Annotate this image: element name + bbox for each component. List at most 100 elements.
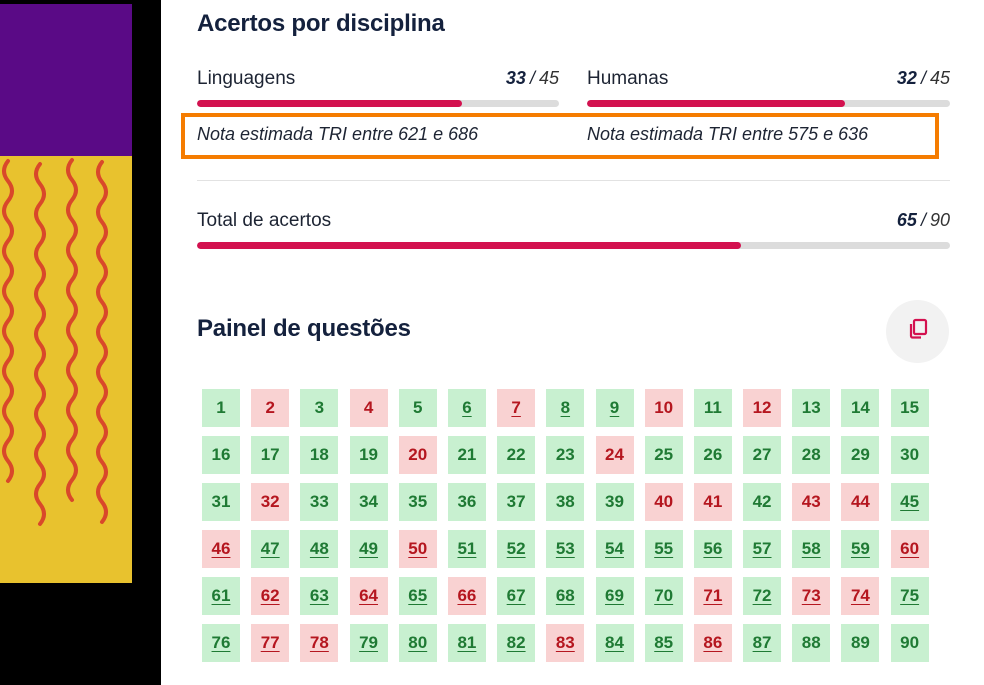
question-cell[interactable]: 20 [398,436,437,474]
copy-icon [906,317,930,346]
question-cell[interactable]: 15 [890,389,929,427]
question-cell[interactable]: 85 [644,624,683,662]
question-cell[interactable]: 42 [743,483,782,521]
question-cell[interactable]: 22 [497,436,536,474]
question-cell[interactable]: 9 [595,389,634,427]
question-cell[interactable]: 55 [644,530,683,568]
question-cell[interactable]: 6 [447,389,486,427]
question-cell[interactable]: 77 [251,624,290,662]
question-cell[interactable]: 21 [447,436,486,474]
question-cell[interactable]: 60 [890,530,929,568]
question-cell[interactable]: 14 [841,389,880,427]
question-cell[interactable]: 53 [546,530,585,568]
question-cell[interactable]: 34 [349,483,388,521]
question-cell[interactable]: 4 [349,389,388,427]
question-cell[interactable]: 71 [693,577,732,615]
question-cell[interactable]: 61 [202,577,240,615]
question-cell[interactable]: 56 [693,530,732,568]
nota-humanas: Nota estimada TRI entre 575 e 636 [587,124,869,144]
question-cell[interactable]: 25 [644,436,683,474]
question-cell[interactable]: 47 [251,530,290,568]
question-cell[interactable]: 82 [497,624,536,662]
question-cell[interactable]: 10 [644,389,683,427]
question-cell[interactable]: 78 [300,624,339,662]
question-cell[interactable]: 19 [349,436,388,474]
question-cell[interactable]: 38 [546,483,585,521]
question-cell[interactable]: 46 [202,530,240,568]
divider [197,180,950,181]
question-cell[interactable]: 65 [398,577,437,615]
question-cell[interactable]: 33 [300,483,339,521]
question-cell[interactable]: 89 [841,624,880,662]
question-cell[interactable]: 54 [595,530,634,568]
question-cell[interactable]: 12 [743,389,782,427]
question-cell[interactable]: 62 [251,577,290,615]
question-cell[interactable]: 28 [792,436,831,474]
question-cell[interactable]: 11 [693,389,732,427]
question-cell[interactable]: 31 [202,483,240,521]
question-cell[interactable]: 26 [693,436,732,474]
question-cell[interactable]: 36 [447,483,486,521]
question-cell[interactable]: 74 [841,577,880,615]
question-cell[interactable]: 58 [792,530,831,568]
question-cell[interactable]: 23 [546,436,585,474]
question-cell[interactable]: 64 [349,577,388,615]
progress-fill [197,100,463,107]
question-cell[interactable]: 87 [743,624,782,662]
question-cell[interactable]: 27 [743,436,782,474]
question-cell[interactable]: 81 [447,624,486,662]
question-cell[interactable]: 8 [546,389,585,427]
question-cell[interactable]: 57 [743,530,782,568]
question-cell[interactable]: 73 [792,577,831,615]
question-cell[interactable]: 80 [398,624,437,662]
question-cell[interactable]: 2 [251,389,290,427]
question-cell[interactable]: 52 [497,530,536,568]
decorative-side-art [0,0,132,685]
question-cell[interactable]: 30 [890,436,929,474]
question-cell[interactable]: 88 [792,624,831,662]
question-cell[interactable]: 84 [595,624,634,662]
question-cell[interactable]: 32 [251,483,290,521]
question-cell[interactable]: 16 [202,436,240,474]
question-cell[interactable]: 69 [595,577,634,615]
question-cell[interactable]: 43 [792,483,831,521]
question-cell[interactable]: 39 [595,483,634,521]
question-cell[interactable]: 66 [447,577,486,615]
question-cell[interactable]: 13 [792,389,831,427]
question-cell[interactable]: 50 [398,530,437,568]
question-cell[interactable]: 18 [300,436,339,474]
question-cell[interactable]: 51 [447,530,486,568]
copy-button[interactable] [886,300,949,363]
question-cell[interactable]: 90 [890,624,929,662]
question-cell[interactable]: 48 [300,530,339,568]
question-cell[interactable]: 72 [743,577,782,615]
question-cell[interactable]: 59 [841,530,880,568]
question-cell[interactable]: 76 [202,624,240,662]
question-cell[interactable]: 3 [300,389,339,427]
question-cell[interactable]: 35 [398,483,437,521]
question-cell[interactable]: 83 [546,624,585,662]
question-cell[interactable]: 45 [890,483,929,521]
question-cell[interactable]: 24 [595,436,634,474]
question-cell[interactable]: 17 [251,436,290,474]
question-cell[interactable]: 86 [693,624,732,662]
progress-bar [197,100,559,107]
question-cell[interactable]: 75 [890,577,929,615]
question-cell[interactable]: 40 [644,483,683,521]
question-cell[interactable]: 67 [497,577,536,615]
question-cell[interactable]: 41 [693,483,732,521]
question-cell[interactable]: 70 [644,577,683,615]
question-cell[interactable]: 37 [497,483,536,521]
question-cell[interactable]: 68 [546,577,585,615]
question-cell[interactable]: 29 [841,436,880,474]
purple-block [0,4,132,156]
question-cell[interactable]: 5 [398,389,437,427]
question-cell[interactable]: 44 [841,483,880,521]
question-cell[interactable]: 79 [349,624,388,662]
question-cell[interactable]: 7 [497,389,536,427]
question-cell[interactable]: 49 [349,530,388,568]
subject-name: Humanas [587,68,669,89]
progress-bar [587,100,950,107]
question-cell[interactable]: 1 [202,389,240,427]
question-cell[interactable]: 63 [300,577,339,615]
